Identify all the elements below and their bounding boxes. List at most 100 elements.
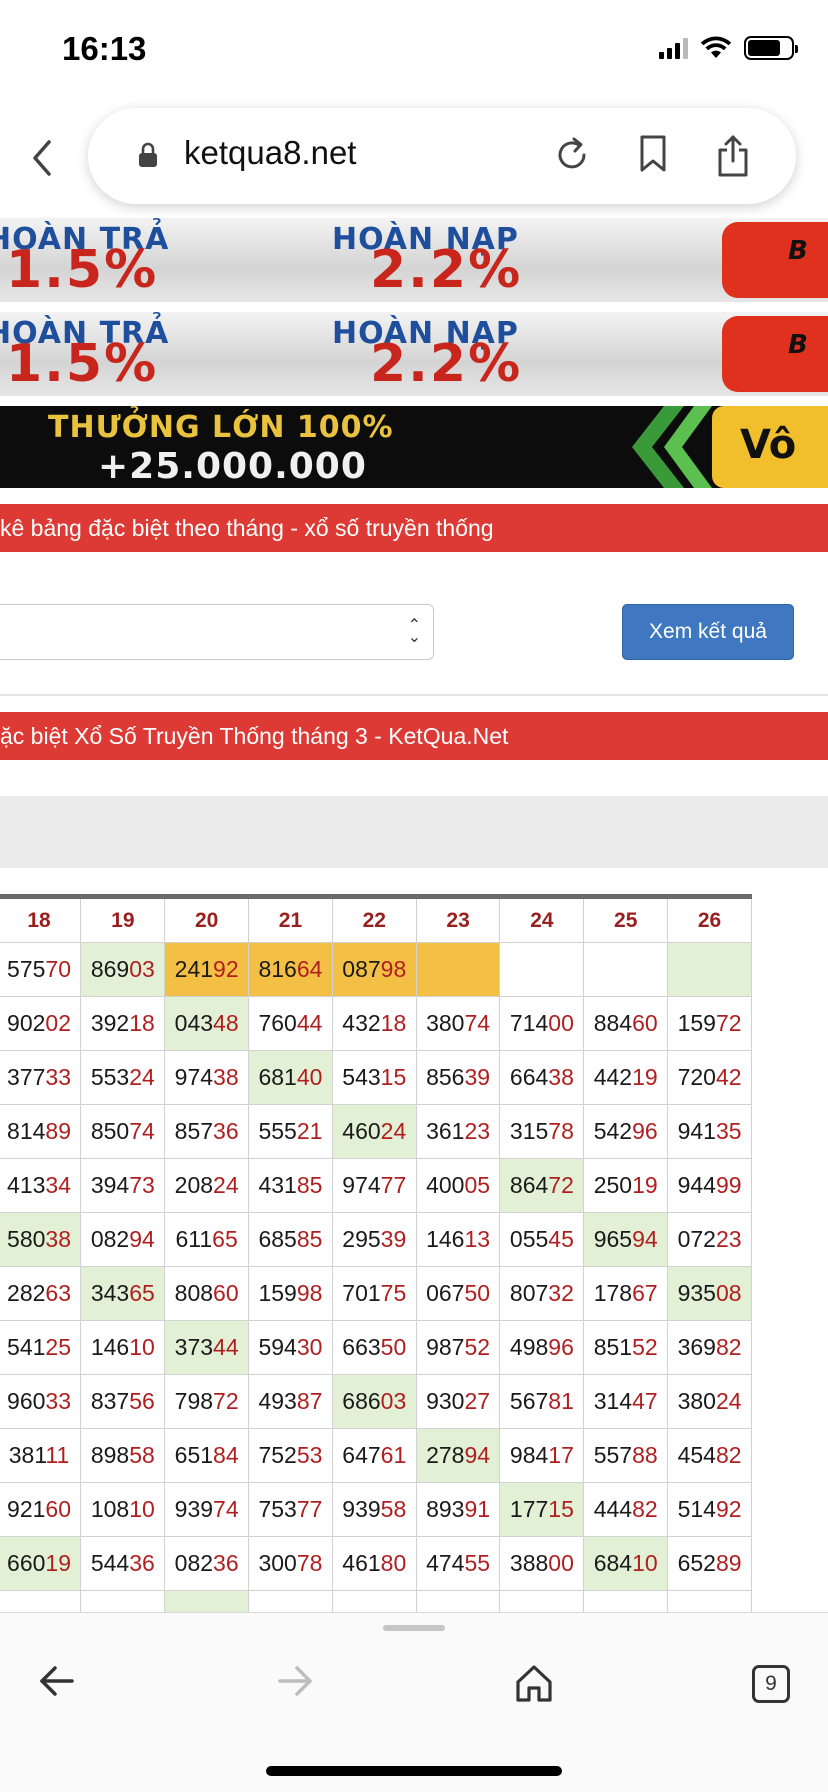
results-table-container[interactable]: 17181920212223242526 9575708690324192816… — [0, 894, 828, 1612]
url-text[interactable]: ketqua8.net — [184, 134, 356, 172]
result-cell: 97477 — [331, 1158, 417, 1213]
result-tail-digits: 94 — [464, 1442, 491, 1468]
table-row: 7814898507485736555214602436123315785429… — [0, 1104, 752, 1159]
result-head-digits: 684 — [593, 1550, 633, 1576]
result-cell: 96033 — [0, 1374, 82, 1429]
result-tail-digits: 36 — [129, 1550, 155, 1576]
result-cell — [667, 942, 752, 997]
result-head-digits: 686 — [342, 1388, 381, 1414]
result-tail-digits: 10 — [129, 1334, 155, 1360]
result-cell: 17867 — [583, 1266, 669, 1321]
home-indicator[interactable] — [266, 1766, 562, 1776]
result-cell: 28263 — [0, 1266, 82, 1321]
share-icon[interactable] — [716, 134, 750, 178]
result-head-digits: 753 — [258, 1496, 297, 1522]
forward-arrow-icon[interactable] — [276, 1663, 314, 1699]
result-tail-digits: 60 — [632, 1010, 658, 1036]
column-header: 18 — [0, 896, 82, 943]
result-head-digits: 377 — [7, 1064, 46, 1090]
reload-icon[interactable] — [554, 134, 590, 174]
result-cell: 79872 — [164, 1374, 250, 1429]
month-select[interactable]: ⌃ ⌄ — [0, 604, 434, 660]
result-tail-digits: 19 — [632, 1064, 658, 1090]
result-tail-digits: 21 — [296, 1118, 323, 1144]
result-cell: 38111 — [0, 1428, 82, 1483]
result-cell: 65184 — [164, 1428, 250, 1483]
result-cell: 59430 — [248, 1320, 333, 1375]
result-tail-digits: 03 — [380, 1388, 407, 1414]
result-head-digits: 082 — [174, 1550, 214, 1576]
result-cell: 68585 — [248, 1212, 333, 1267]
result-cell: 97438 — [164, 1050, 250, 1105]
result-head-digits: 315 — [509, 1118, 549, 1144]
address-bar[interactable]: ketqua8.net — [88, 108, 796, 204]
home-icon[interactable] — [514, 1663, 554, 1703]
result-cell: 37344 — [164, 1320, 250, 1375]
result-cell: 65289 — [667, 1536, 752, 1591]
result-tail-digits: 74 — [129, 1118, 155, 1144]
bookmark-icon[interactable] — [638, 134, 668, 174]
result-tail-digits: 82 — [632, 1496, 658, 1522]
result-head-digits: 474 — [426, 1550, 465, 1576]
result-head-digits: 087 — [342, 956, 381, 982]
result-cell: 83756 — [80, 1374, 166, 1429]
result-cell: 90202 — [0, 996, 82, 1051]
result-cell: 76044 — [248, 996, 333, 1051]
result-cell: 56781 — [499, 1374, 585, 1429]
result-cell: 51492 — [667, 1482, 752, 1537]
gray-placeholder-box — [0, 796, 828, 868]
result-tail-digits: 10 — [632, 1550, 658, 1576]
result-head-digits: 664 — [509, 1064, 549, 1090]
result-tail-digits: 78 — [296, 1550, 323, 1576]
result-cell: 54125 — [0, 1320, 82, 1375]
bonus-button[interactable]: Vô — [712, 406, 828, 488]
back-chevron-icon[interactable] — [22, 130, 62, 186]
result-tail-digits: 94 — [632, 1226, 658, 1252]
result-tail-digits: 61 — [380, 1442, 407, 1468]
result-cell: 14610 — [80, 1320, 166, 1375]
result-tail-digits: 96 — [632, 1118, 658, 1144]
result-tail-digits: 75 — [380, 1280, 407, 1306]
result-head-digits: 935 — [677, 1280, 716, 1306]
result-tail-digits: 18 — [129, 1010, 155, 1036]
result-tail-digits: 03 — [129, 956, 155, 982]
result-tail-digits: 38 — [213, 1064, 239, 1090]
grab-handle[interactable] — [383, 1625, 445, 1631]
view-results-button[interactable]: Xem kết quả — [622, 604, 794, 660]
result-head-digits: 392 — [90, 1010, 130, 1036]
result-cell: 10810 — [80, 1482, 166, 1537]
back-arrow-icon[interactable] — [38, 1663, 76, 1699]
promo-banner-bonus[interactable]: THƯỞNG LỚN 100% +25.000.000 Vô — [0, 406, 828, 488]
column-header: 22 — [331, 896, 417, 943]
result-tail-digits: 23 — [715, 1226, 742, 1252]
table-row: 4660195443608236300784618047455388006841… — [0, 1536, 752, 1591]
result-cell: 43185 — [248, 1158, 333, 1213]
result-head-digits: 921 — [7, 1496, 46, 1522]
result-tail-digits: 64 — [296, 956, 323, 982]
result-cell: 29539 — [331, 1212, 417, 1267]
result-cell: 49896 — [499, 1320, 585, 1375]
result-tail-digits: 70 — [45, 956, 71, 982]
promo-banner-1[interactable]: HOÀN TRẢ 1.5% HOÀN NẠP 2.2% B — [0, 218, 828, 302]
result-tail-digits: 85 — [296, 1226, 323, 1252]
result-tail-digits: 38 — [45, 1226, 71, 1252]
tabs-icon[interactable]: 9 — [752, 1665, 790, 1703]
result-cell: 75253 — [248, 1428, 333, 1483]
result-cell: 47455 — [415, 1536, 501, 1591]
section-title-1: kê bảng đặc biệt theo tháng - xổ số truy… — [0, 504, 828, 552]
result-tail-digits: 65 — [129, 1280, 155, 1306]
result-tail-digits: 15 — [380, 1064, 407, 1090]
banner-red-tab: B — [722, 316, 828, 392]
result-head-digits: 159 — [258, 1280, 297, 1306]
result-cell: 93508 — [667, 1266, 752, 1321]
result-head-digits: 557 — [593, 1442, 633, 1468]
result-head-digits: 400 — [426, 1172, 465, 1198]
result-head-digits: 851 — [593, 1334, 633, 1360]
result-tail-digits: 00 — [548, 1010, 574, 1036]
result-tail-digits: 52 — [464, 1334, 491, 1360]
result-cell: 41334 — [0, 1158, 82, 1213]
promo-banner-2[interactable]: HOÀN TRẢ 1.5% HOÀN NẠP 2.2% B — [0, 312, 828, 396]
banner-value-right: 2.2% — [370, 334, 523, 394]
result-head-digits: 893 — [426, 1496, 465, 1522]
result-cell: 07223 — [667, 1212, 752, 1267]
